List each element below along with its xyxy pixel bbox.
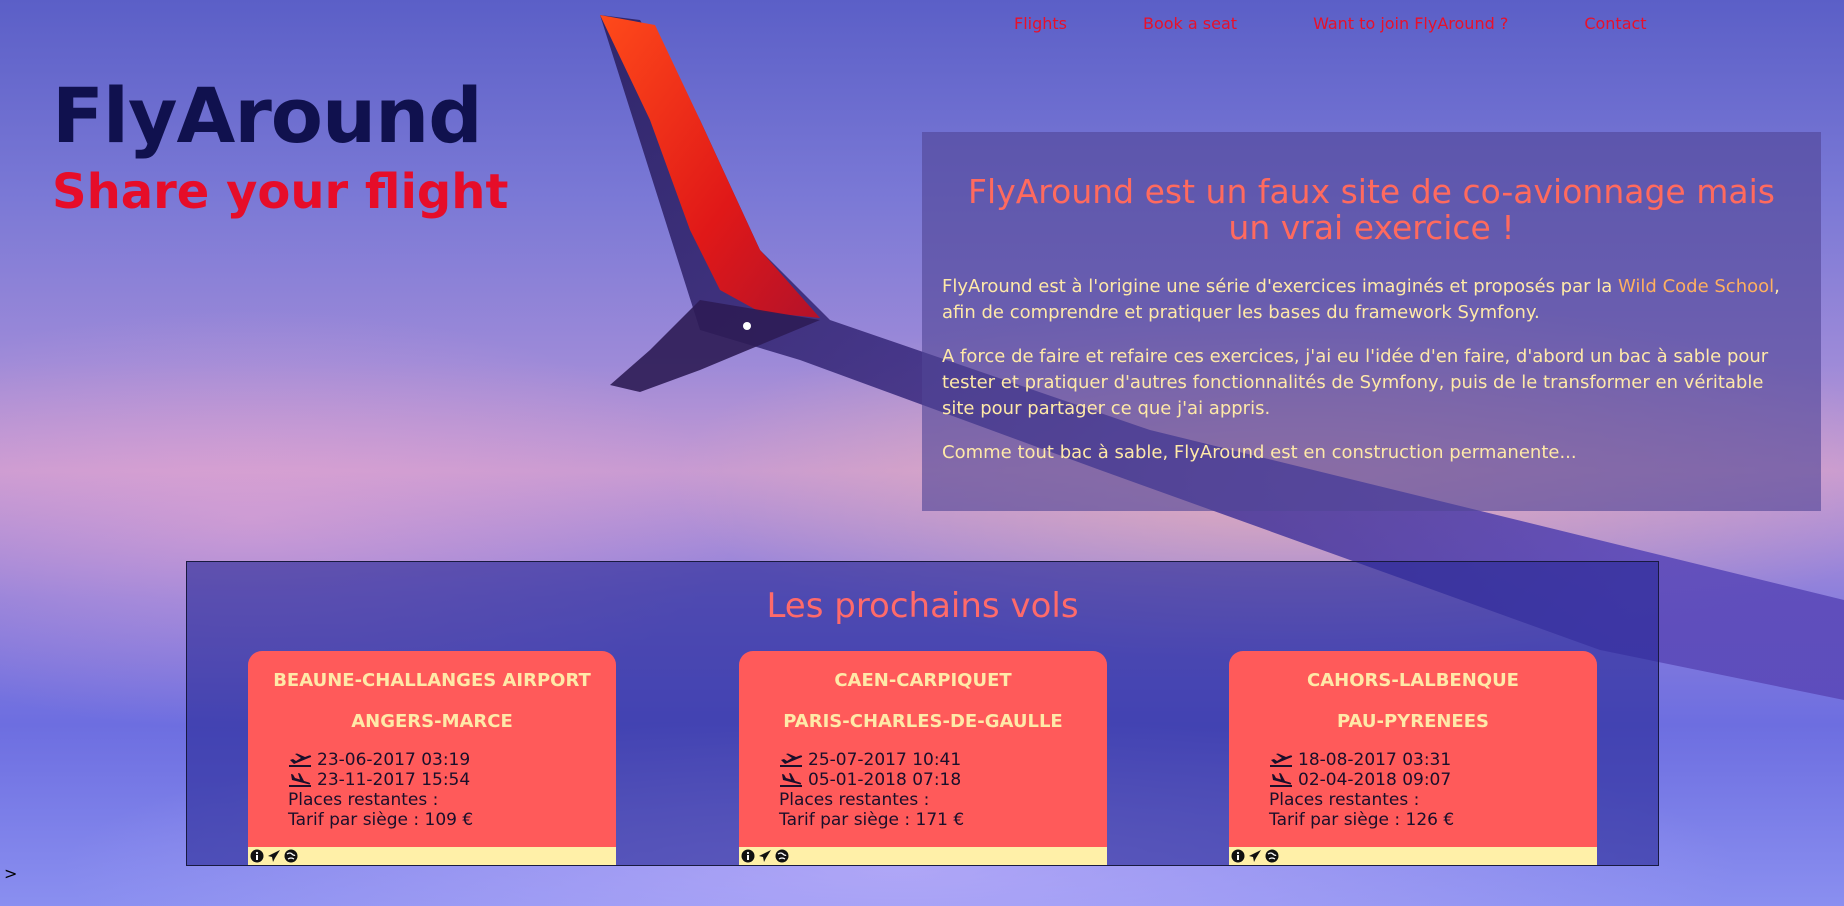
flight-details: 25-07-2017 10:41 05-01-2018 07:18 Places… xyxy=(779,750,964,830)
intro-p1-text: FlyAround est à l'origine une série d'ex… xyxy=(942,276,1619,297)
card-actions xyxy=(1229,847,1597,865)
brand-title[interactable]: FlyAround xyxy=(52,78,508,154)
departure-airport: BEAUNE-CHALLANGES AIRPORT xyxy=(273,670,591,691)
info-icon[interactable] xyxy=(250,849,264,863)
intro-paragraph-2: A force de faire et refaire ces exercice… xyxy=(942,346,1769,419)
seats-remaining: Places restantes : xyxy=(288,790,439,810)
flight-card: CAHORS-LALBENQUE PAU-PYRENEES 18-08-2017… xyxy=(1229,651,1597,865)
card-actions xyxy=(739,847,1107,865)
departure-airport: CAEN-CARPIQUET xyxy=(834,670,1012,691)
seat-price: Tarif par siège : 109 € xyxy=(288,810,474,830)
intro-paragraph-3: Comme tout bac à sable, FlyAround est en… xyxy=(942,442,1577,463)
plane-arrival-icon xyxy=(780,773,802,787)
arrival-airport: ANGERS-MARCE xyxy=(351,711,513,732)
seats-remaining: Places restantes : xyxy=(779,790,930,810)
intro-panel: FlyAround est un faux site de co-avionna… xyxy=(922,132,1821,511)
paper-plane-icon[interactable] xyxy=(758,849,772,863)
card-actions xyxy=(248,847,616,865)
globe-icon[interactable] xyxy=(775,849,789,863)
wild-code-school-link[interactable]: Wild Code School xyxy=(1618,276,1774,297)
seat-price: Tarif par siège : 171 € xyxy=(779,810,965,830)
takeoff-time: 25-07-2017 10:41 xyxy=(808,750,962,770)
arrival-airport: PAU-PYRENEES xyxy=(1336,711,1489,732)
takeoff-time: 23-06-2017 03:19 xyxy=(317,750,471,770)
info-icon[interactable] xyxy=(741,849,755,863)
main-nav: Flights Book a seat Want to join FlyArou… xyxy=(1014,14,1647,33)
nav-book-a-seat[interactable]: Book a seat xyxy=(1143,14,1237,33)
takeoff-time: 18-08-2017 03:31 xyxy=(1298,750,1452,770)
intro-paragraph-1: FlyAround est à l'origine une série d'ex… xyxy=(942,274,1801,326)
landing-time: 05-01-2018 07:18 xyxy=(808,770,962,790)
intro-heading: FlyAround est un faux site de co-avionna… xyxy=(968,172,1775,247)
flight-details: 18-08-2017 03:31 02-04-2018 09:07 Places… xyxy=(1269,750,1454,830)
departure-airport: CAHORS-LALBENQUE xyxy=(1307,670,1519,691)
plane-departure-icon xyxy=(1270,753,1293,767)
nav-join[interactable]: Want to join FlyAround ? xyxy=(1313,14,1508,33)
plane-departure-icon xyxy=(780,753,803,767)
flight-card: CAEN-CARPIQUET PARIS-CHARLES-DE-GAULLE 2… xyxy=(739,651,1107,865)
flights-title: Les prochains vols xyxy=(766,586,1079,626)
globe-icon[interactable] xyxy=(1265,849,1279,863)
seats-remaining: Places restantes : xyxy=(1269,790,1420,810)
plane-arrival-icon xyxy=(1270,773,1292,787)
paper-plane-icon[interactable] xyxy=(1248,849,1262,863)
plane-departure-icon xyxy=(289,753,312,767)
brand: FlyAround Share your flight xyxy=(52,78,509,220)
landing-time: 23-11-2017 15:54 xyxy=(317,770,471,790)
nav-contact[interactable]: Contact xyxy=(1584,14,1646,33)
nav-flights[interactable]: Flights xyxy=(1014,14,1067,33)
seat-price: Tarif par siège : 126 € xyxy=(1269,810,1455,830)
flight-card: BEAUNE-CHALLANGES AIRPORT ANGERS-MARCE 2… xyxy=(248,651,616,865)
plane-arrival-icon xyxy=(289,773,311,787)
arrival-airport: PARIS-CHARLES-DE-GAULLE xyxy=(783,711,1063,732)
flight-details: 23-06-2017 03:19 23-11-2017 15:54 Places… xyxy=(288,750,473,830)
upcoming-flights: Les prochains vols BEAUNE-CHALLANGES AIR… xyxy=(186,561,1659,866)
brand-subtitle: Share your flight xyxy=(52,164,509,220)
landing-time: 02-04-2018 09:07 xyxy=(1298,770,1452,790)
globe-icon[interactable] xyxy=(284,849,298,863)
stray-caret-text: > xyxy=(4,864,18,883)
paper-plane-icon[interactable] xyxy=(267,849,281,863)
info-icon[interactable] xyxy=(1231,849,1245,863)
